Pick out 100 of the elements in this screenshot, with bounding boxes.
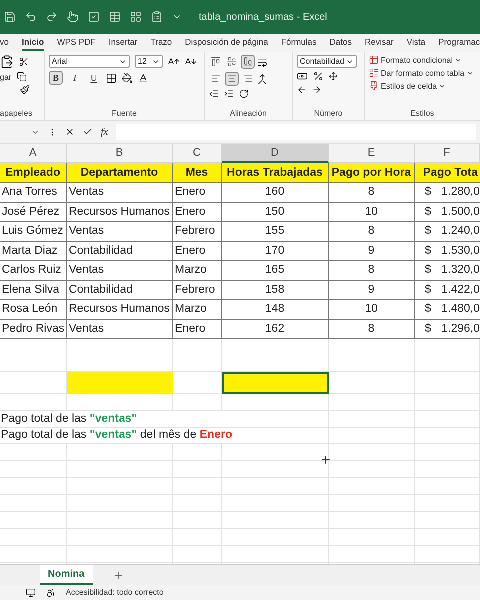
empty-cell[interactable] <box>222 444 329 461</box>
redo-icon[interactable] <box>46 11 58 23</box>
font-style-button[interactable]: U <box>87 71 101 85</box>
ribbon-tab[interactable]: vo <box>0 35 9 51</box>
empty-cell[interactable] <box>67 529 173 546</box>
empty-cell[interactable] <box>67 512 173 529</box>
empty-cell[interactable] <box>415 394 480 411</box>
styles-button[interactable]: Dar formato como tabla <box>369 68 476 78</box>
font-color-icon[interactable] <box>138 72 149 84</box>
orientation-icon[interactable] <box>239 89 249 99</box>
empty-cell[interactable] <box>415 339 480 372</box>
empty-cell[interactable] <box>173 339 222 372</box>
undo-icon[interactable] <box>25 11 37 23</box>
empty-cell[interactable] <box>0 512 67 529</box>
empty-cell[interactable] <box>222 495 329 512</box>
column-header[interactable]: B <box>67 144 173 163</box>
ribbon-tab[interactable]: Disposición de página <box>185 35 268 51</box>
font-name-select[interactable]: Arial <box>49 55 130 68</box>
empty-cell[interactable] <box>173 512 222 529</box>
empty-cell[interactable] <box>222 461 329 478</box>
highlighted-cell[interactable] <box>67 372 173 394</box>
empty-cell[interactable] <box>173 444 222 461</box>
paste-icon[interactable] <box>0 55 14 69</box>
empty-cell[interactable] <box>329 512 415 529</box>
cancel-icon[interactable] <box>65 127 75 137</box>
column-header[interactable]: F <box>415 144 480 163</box>
column-header[interactable]: A <box>0 144 67 163</box>
ribbon-tab[interactable]: Vista <box>406 35 426 51</box>
empty-cell[interactable] <box>329 444 415 461</box>
empty-cell[interactable] <box>0 478 67 495</box>
vertical-align-button[interactable] <box>225 55 239 69</box>
empty-cell[interactable] <box>329 495 415 512</box>
empty-cell[interactable] <box>67 478 173 495</box>
empty-cell[interactable] <box>67 444 173 461</box>
ribbon-tab[interactable]: Revisar <box>365 35 394 51</box>
empty-cell[interactable] <box>415 444 480 461</box>
save-icon[interactable] <box>4 11 16 23</box>
empty-cell[interactable] <box>329 428 415 444</box>
ribbon-tab[interactable]: Datos <box>330 35 352 51</box>
accessibility-status[interactable]: Accesibilidad: todo correcto <box>66 588 164 597</box>
empty-cell[interactable] <box>415 512 480 529</box>
empty-cell[interactable] <box>415 411 480 428</box>
empty-cell[interactable] <box>415 461 480 478</box>
empty-cell[interactable] <box>329 411 415 428</box>
font-size-select[interactable]: 12 <box>135 55 163 68</box>
empty-cell[interactable] <box>67 495 173 512</box>
empty-cell[interactable] <box>415 478 480 495</box>
empty-cell[interactable] <box>329 461 415 478</box>
empty-cell[interactable] <box>415 428 480 444</box>
borders-icon[interactable] <box>106 72 117 84</box>
empty-cell[interactable] <box>173 461 222 478</box>
empty-cell[interactable] <box>173 529 222 546</box>
grid-icon[interactable] <box>130 11 142 23</box>
brush-icon[interactable] <box>20 85 30 95</box>
shrink-font-icon[interactable] <box>185 56 197 68</box>
fill-color-icon[interactable] <box>122 72 133 84</box>
scissors-icon[interactable] <box>19 57 29 67</box>
styles-button[interactable]: Estilos de celda <box>369 81 476 91</box>
empty-cell[interactable] <box>0 529 67 546</box>
empty-cell[interactable] <box>67 461 173 478</box>
indent-increase-icon[interactable] <box>224 89 234 99</box>
empty-cell[interactable] <box>222 394 329 411</box>
vertical-align-button[interactable] <box>241 55 255 69</box>
empty-cell[interactable] <box>222 512 329 529</box>
empty-cell[interactable] <box>415 546 480 563</box>
vertical-align-button[interactable] <box>209 55 223 69</box>
currency-icon[interactable] <box>297 71 308 82</box>
font-style-button[interactable]: I <box>68 71 82 85</box>
empty-cell[interactable] <box>415 372 480 394</box>
enter-icon[interactable] <box>83 127 93 137</box>
indent-decrease-icon[interactable] <box>209 89 219 99</box>
empty-cell[interactable] <box>222 478 329 495</box>
ribbon-tab[interactable]: Programac <box>438 35 480 51</box>
empty-cell[interactable] <box>329 546 415 563</box>
add-sheet-button[interactable] <box>112 570 124 580</box>
number-format-select[interactable]: Contabilidad <box>297 55 357 68</box>
empty-cell[interactable] <box>0 461 67 478</box>
sheet-tab[interactable]: Nomina <box>40 565 93 585</box>
font-style-button[interactable]: B <box>49 71 63 85</box>
highlighted-cell[interactable] <box>222 372 329 394</box>
empty-cell[interactable] <box>329 394 415 411</box>
empty-cell[interactable] <box>329 478 415 495</box>
empty-cell[interactable] <box>173 495 222 512</box>
empty-cell[interactable] <box>222 546 329 563</box>
empty-cell[interactable] <box>0 339 67 372</box>
empty-cell[interactable] <box>415 529 480 546</box>
ribbon-tab[interactable]: WPS PDF <box>57 35 96 51</box>
empty-cell[interactable] <box>222 529 329 546</box>
column-header[interactable]: D <box>222 144 329 163</box>
grow-font-icon[interactable] <box>168 56 180 68</box>
empty-cell[interactable] <box>329 529 415 546</box>
checkbox-icon[interactable] <box>88 11 100 23</box>
column-header[interactable]: C <box>173 144 222 163</box>
insert-function-button[interactable]: fx <box>101 126 108 138</box>
merge-icon[interactable] <box>257 74 268 84</box>
empty-cell[interactable] <box>0 546 67 563</box>
empty-cell[interactable] <box>0 444 67 461</box>
percent-icon[interactable] <box>313 71 324 82</box>
empty-cell[interactable] <box>0 495 67 512</box>
ribbon-tab[interactable]: Insertar <box>108 35 138 51</box>
